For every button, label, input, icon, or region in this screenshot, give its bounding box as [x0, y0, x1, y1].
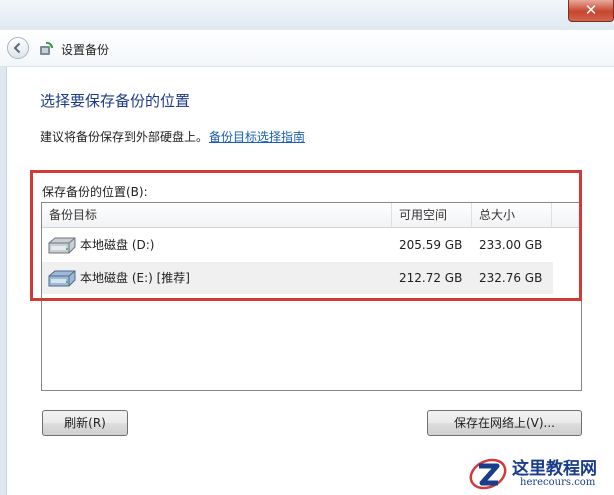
list-row-drive-d[interactable]: 本地磁盘 (D:) 205.59 GB 233.00 GB: [42, 229, 553, 261]
hint-text: 建议将备份保存到外部硬盘上。: [40, 130, 209, 144]
close-button[interactable]: ✕: [568, 0, 614, 22]
list-header: 备份目标 可用空间 总大小: [42, 203, 581, 228]
page-heading: 选择要保存备份的位置: [40, 92, 191, 110]
watermark-logo-icon: [469, 458, 507, 490]
site-watermark: 这里教程网 herecours.com: [468, 452, 614, 495]
column-header-total-size[interactable]: 总大小: [472, 203, 552, 227]
drive-total-size: 232.76 GB: [479, 271, 543, 285]
backup-guide-link[interactable]: 备份目标选择指南: [209, 128, 305, 145]
drive-free-space: 205.59 GB: [399, 238, 463, 252]
back-arrow-icon: [13, 42, 21, 54]
back-button[interactable]: [7, 37, 29, 59]
navigation-bar: 设置备份: [0, 30, 614, 67]
save-on-network-button[interactable]: 保存在网络上(V)...: [427, 410, 582, 436]
backup-window: ✕ 设置备份 选择要保存备份的位置 建议将备份保存到外部硬盘上。 备份目标选择指…: [0, 0, 614, 495]
title-bar: ✕: [0, 0, 614, 30]
hard-drive-icon: [48, 237, 76, 254]
column-header-free-space[interactable]: 可用空间: [392, 203, 472, 227]
column-header-target[interactable]: 备份目标: [42, 203, 392, 227]
backup-destination-list[interactable]: 备份目标 可用空间 总大小 本地磁盘 (D:) 205.59 GB 233.00…: [41, 202, 582, 391]
drive-name: 本地磁盘 (E:) [推荐]: [80, 271, 190, 285]
drive-total-size: 233.00 GB: [479, 238, 543, 252]
close-icon: ✕: [584, 1, 598, 19]
backup-app-icon: [40, 41, 54, 55]
window-left-frame: [0, 67, 7, 495]
watermark-title: 这里教程网: [512, 459, 597, 479]
list-label: 保存备份的位置(B):: [42, 185, 148, 199]
list-row-drive-e[interactable]: 本地磁盘 (E:) [推荐] 212.72 GB 232.76 GB: [42, 262, 553, 294]
watermark-url: herecours.com: [520, 477, 596, 488]
refresh-button[interactable]: 刷新(R): [42, 410, 128, 436]
drive-free-space: 212.72 GB: [399, 271, 463, 285]
drive-name: 本地磁盘 (D:): [80, 238, 155, 252]
nav-title: 设置备份: [61, 43, 110, 57]
hard-drive-icon: [48, 270, 76, 287]
